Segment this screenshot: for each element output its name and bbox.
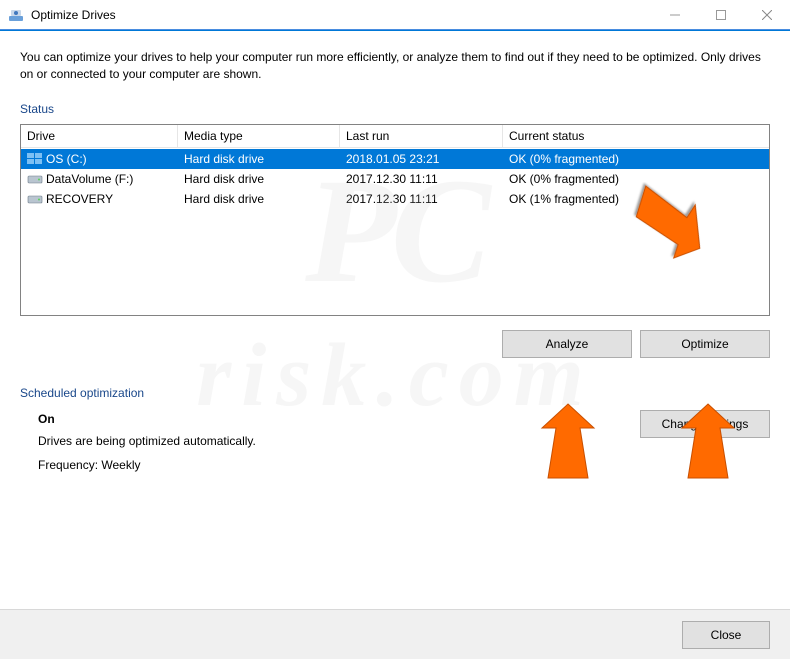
drive-media: Hard disk drive bbox=[178, 150, 340, 168]
schedule-label: Scheduled optimization bbox=[20, 386, 770, 400]
table-row[interactable]: DataVolume (F:) Hard disk drive2017.12.30… bbox=[21, 169, 769, 189]
drive-name: RECOVERY bbox=[46, 192, 113, 206]
col-drive[interactable]: Drive bbox=[21, 125, 178, 148]
table-row[interactable]: OS (C:) Hard disk drive2018.01.05 23:21OK… bbox=[21, 149, 769, 169]
col-media[interactable]: Media type bbox=[178, 125, 340, 148]
column-headers: Drive Media type Last run Current status bbox=[21, 125, 769, 149]
drive-icon bbox=[27, 153, 43, 165]
drive-status: OK (1% fragmented) bbox=[503, 190, 769, 208]
titlebar: Optimize Drives bbox=[0, 0, 790, 30]
maximize-button[interactable] bbox=[698, 0, 744, 29]
close-button[interactable]: Close bbox=[682, 621, 770, 649]
window-controls bbox=[652, 0, 790, 29]
drive-lastrun: 2017.12.30 11:11 bbox=[340, 190, 503, 208]
drive-icon bbox=[27, 193, 43, 205]
col-status[interactable]: Current status bbox=[503, 125, 769, 148]
intro-text: You can optimize your drives to help you… bbox=[20, 49, 770, 84]
drive-status: OK (0% fragmented) bbox=[503, 170, 769, 188]
drive-lastrun: 2018.01.05 23:21 bbox=[340, 150, 503, 168]
drive-name: DataVolume (F:) bbox=[46, 172, 133, 186]
col-last[interactable]: Last run bbox=[340, 125, 503, 148]
footer: Close bbox=[0, 609, 790, 659]
change-settings-button[interactable]: Change settings bbox=[640, 410, 770, 438]
status-label: Status bbox=[20, 102, 770, 116]
optimize-button[interactable]: Optimize bbox=[640, 330, 770, 358]
drive-status: OK (0% fragmented) bbox=[503, 150, 769, 168]
table-row[interactable]: RECOVERY Hard disk drive2017.12.30 11:11O… bbox=[21, 189, 769, 209]
drive-name: OS (C:) bbox=[46, 152, 87, 166]
drive-media: Hard disk drive bbox=[178, 190, 340, 208]
app-icon bbox=[8, 7, 24, 23]
drive-list: Drive Media type Last run Current status… bbox=[20, 124, 770, 316]
drive-icon bbox=[27, 173, 43, 185]
analyze-button[interactable]: Analyze bbox=[502, 330, 632, 358]
drive-media: Hard disk drive bbox=[178, 170, 340, 188]
window-title: Optimize Drives bbox=[31, 8, 652, 22]
drive-lastrun: 2017.12.30 11:11 bbox=[340, 170, 503, 188]
close-window-button[interactable] bbox=[744, 0, 790, 29]
schedule-freq: Frequency: Weekly bbox=[38, 458, 770, 472]
minimize-button[interactable] bbox=[652, 0, 698, 29]
